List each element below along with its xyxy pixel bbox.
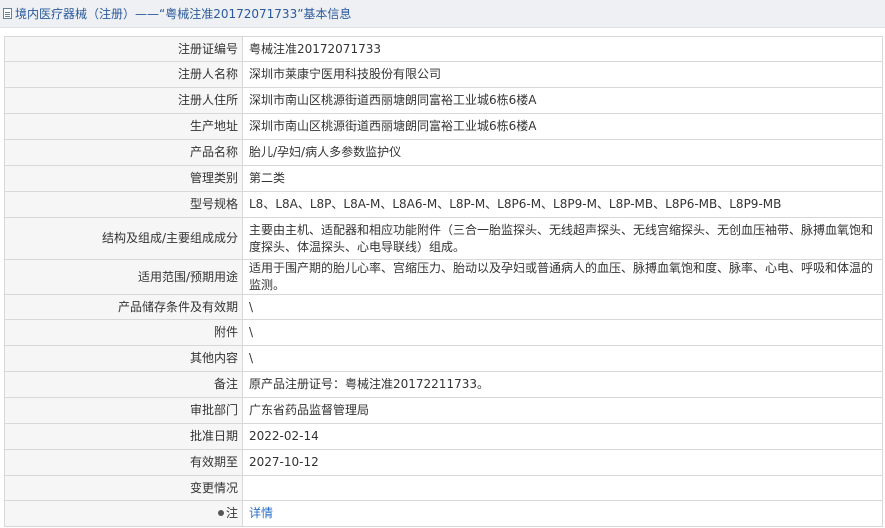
note-label: 注: [225, 506, 238, 520]
table-row: 管理类别 第二类: [4, 165, 883, 192]
pin-icon: [217, 510, 224, 516]
row-value: 深圳市南山区桃源街道西丽塘朗同富裕工业城6栋6楼A: [242, 87, 883, 114]
detail-link[interactable]: 详情: [249, 506, 273, 520]
row-label: 管理类别: [4, 165, 243, 192]
table-row: 附件 \: [4, 319, 883, 346]
table-row: 审批部门 广东省药品监督管理局: [4, 397, 883, 424]
row-label: 备注: [4, 371, 243, 398]
row-label: 变更情况: [4, 475, 243, 501]
row-value: [242, 475, 883, 501]
table-row: 产品名称 胎儿/孕妇/病人多参数监护仪: [4, 139, 883, 166]
row-value: L8、L8A、L8P、L8A-M、L8A6-M、L8P-M、L8P6-M、L8P…: [242, 191, 883, 218]
table-row: 注册证编号 粤械注准20172071733: [4, 36, 883, 62]
table-row: 结构及组成/主要组成成分 主要由主机、适配器和相应功能附件（三合一胎监探头、无线超…: [4, 217, 883, 260]
table-row: 产品储存条件及有效期 \: [4, 294, 883, 320]
table-row: 型号规格 L8、L8A、L8P、L8A-M、L8A6-M、L8P-M、L8P6-M…: [4, 191, 883, 218]
row-value: 深圳市莱康宁医用科技股份有限公司: [242, 61, 883, 88]
row-value: 2027-10-12: [242, 449, 883, 476]
table-row: 备注 原产品注册证号：粤械注准20172211733。: [4, 371, 883, 398]
row-value: 原产品注册证号：粤械注准20172211733。: [242, 371, 883, 398]
page-title: 境内医疗器械（注册）——“粤械注准20172071733”基本信息: [15, 7, 352, 21]
row-label: 有效期至: [4, 449, 243, 476]
table-row: 生产地址 深圳市南山区桃源街道西丽塘朗同富裕工业城6栋6楼A: [4, 113, 883, 140]
row-label: 注册人住所: [4, 87, 243, 114]
document-icon: [3, 8, 12, 19]
row-value: \: [242, 345, 883, 372]
table-row: 其他内容 \: [4, 345, 883, 372]
table-row: 注册人住所 深圳市南山区桃源街道西丽塘朗同富裕工业城6栋6楼A: [4, 87, 883, 114]
row-value: 主要由主机、适配器和相应功能附件（三合一胎监探头、无线超声探头、无线宫缩探头、无…: [242, 217, 883, 260]
row-value: 粤械注准20172071733: [242, 36, 883, 62]
row-value: 适用于围产期的胎儿心率、宫缩压力、胎动以及孕妇或普通病人的血压、脉搏血氧饱和度、…: [242, 259, 883, 295]
table-row: 适用范围/预期用途 适用于围产期的胎儿心率、宫缩压力、胎动以及孕妇或普通病人的血压…: [4, 259, 883, 295]
row-value: 2022-02-14: [242, 423, 883, 450]
row-label: 产品名称: [4, 139, 243, 166]
row-label: 附件: [4, 319, 243, 346]
row-label: 审批部门: [4, 397, 243, 424]
row-label: 注册人名称: [4, 61, 243, 88]
row-label: 产品储存条件及有效期: [4, 294, 243, 320]
row-value: \: [242, 319, 883, 346]
row-value: 深圳市南山区桃源街道西丽塘朗同富裕工业城6栋6楼A: [242, 113, 883, 140]
row-value: 胎儿/孕妇/病人多参数监护仪: [242, 139, 883, 166]
table-row-note: 注详情: [4, 500, 883, 527]
row-label: 型号规格: [4, 191, 243, 218]
table-row: 有效期至 2027-10-12: [4, 449, 883, 476]
note-value-cell: 详情: [242, 500, 883, 527]
row-label: 注册证编号: [4, 36, 243, 62]
table-row: 批准日期 2022-02-14: [4, 423, 883, 450]
info-table: 注册证编号 粤械注准20172071733 注册人名称 深圳市莱康宁医用科技股份有限公…: [4, 36, 883, 527]
page-title-bar: 境内医疗器械（注册）——“粤械注准20172071733”基本信息: [0, 0, 885, 28]
row-label: 适用范围/预期用途: [4, 259, 243, 295]
row-label: 结构及组成/主要组成成分: [4, 217, 243, 260]
row-label: 批准日期: [4, 423, 243, 450]
row-value: \: [242, 294, 883, 320]
note-label-cell: 注: [4, 500, 243, 527]
table-row: 注册人名称 深圳市莱康宁医用科技股份有限公司: [4, 61, 883, 88]
table-row: 变更情况: [4, 475, 883, 501]
row-label: 其他内容: [4, 345, 243, 372]
row-value: 广东省药品监督管理局: [242, 397, 883, 424]
row-label: 生产地址: [4, 113, 243, 140]
row-value: 第二类: [242, 165, 883, 192]
